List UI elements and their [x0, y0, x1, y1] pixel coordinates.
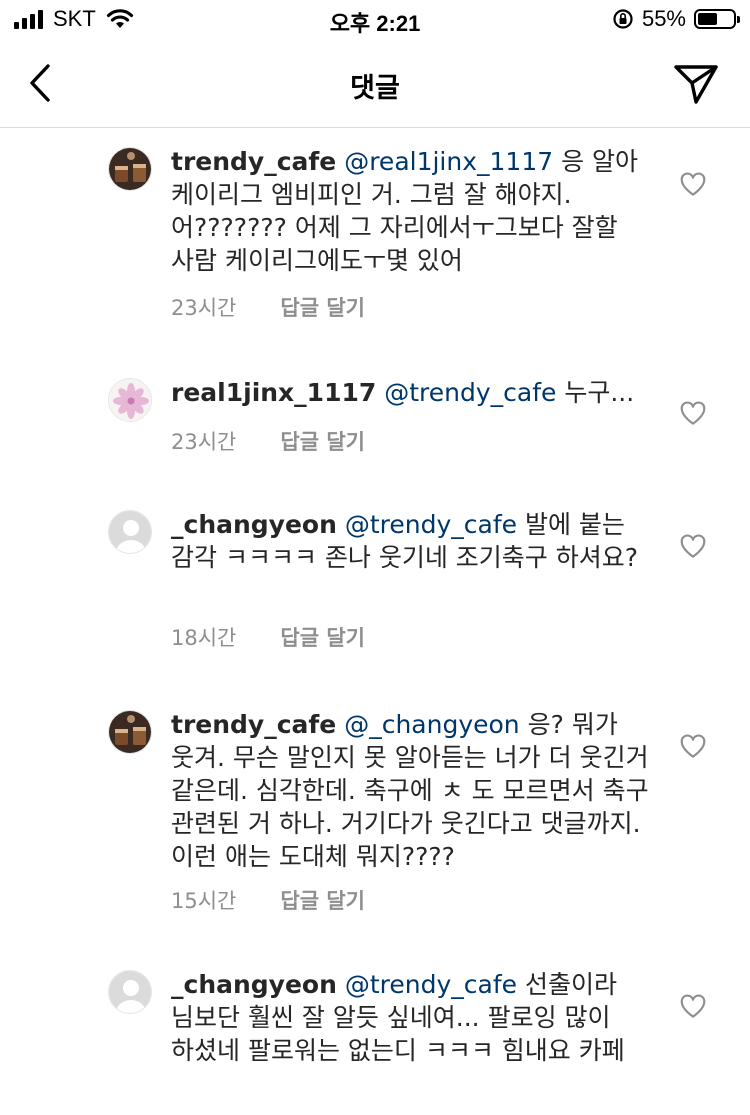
comment-mention[interactable]: @trendy_cafe: [345, 970, 517, 999]
page-title: 댓글: [350, 73, 400, 104]
comment-meta: 15시간 답글 달기: [171, 885, 365, 915]
like-button[interactable]: [678, 991, 708, 1021]
comment-text: _changyeon @trendy_cafe 발에 붙는 감각 ㅋㅋㅋㅋ 존나…: [171, 508, 649, 574]
comment-text: _changyeon @trendy_cafe 선출이라 님보단 훨씬 잘 알듯…: [171, 968, 649, 1067]
like-button[interactable]: [678, 169, 708, 199]
comment-username[interactable]: trendy_cafe: [171, 710, 336, 739]
like-button[interactable]: [678, 398, 708, 428]
default-user-avatar-icon: [109, 511, 151, 553]
like-button[interactable]: [678, 531, 708, 561]
comment-item: trendy_cafe @_changyeon 응? 뭐가 웃겨. 무슨 말인지…: [0, 679, 750, 939]
reply-button[interactable]: 답글 달기: [280, 426, 365, 456]
heart-outline-icon: [680, 994, 706, 1018]
comment-mention[interactable]: @real1jinx_1117: [344, 147, 553, 176]
comment-text: real1jinx_1117 @trendy_cafe 누구...: [171, 376, 649, 409]
paper-plane-icon: [674, 65, 718, 104]
avatar[interactable]: [108, 510, 152, 554]
battery-icon: [694, 9, 740, 29]
coffee-cups-avatar-icon: [109, 148, 151, 190]
status-bar: SKT 오후 2:21 55%: [0, 0, 750, 44]
heart-outline-icon: [680, 534, 706, 558]
coffee-cups-avatar-icon: [109, 711, 151, 753]
heart-outline-icon: [680, 172, 706, 196]
avatar[interactable]: [108, 970, 152, 1014]
reply-button[interactable]: 답글 달기: [280, 885, 365, 915]
like-button[interactable]: [678, 731, 708, 761]
flower-avatar-icon: [109, 379, 151, 421]
comment-text: trendy_cafe @real1jinx_1117 응 알아 케이리그 엠비…: [171, 145, 649, 277]
comment-meta: 23시간 답글 달기: [171, 292, 365, 322]
comment-mention[interactable]: @trendy_cafe: [345, 510, 517, 539]
default-user-avatar-icon: [109, 971, 151, 1013]
comment-item: _changyeon @trendy_cafe 발에 붙는 감각 ㅋㅋㅋㅋ 존나…: [0, 479, 750, 679]
comment-username[interactable]: _changyeon: [171, 510, 337, 539]
comment-time: 23시간: [171, 430, 237, 454]
orientation-lock-icon: [613, 9, 633, 29]
heart-outline-icon: [680, 401, 706, 425]
comment-username[interactable]: _changyeon: [171, 970, 337, 999]
comment-meta: 23시간 답글 달기: [171, 426, 365, 456]
comment-username[interactable]: trendy_cafe: [171, 147, 336, 176]
avatar[interactable]: [108, 378, 152, 422]
comment-time: 15시간: [171, 889, 237, 913]
comment-item: trendy_cafe @real1jinx_1117 응 알아 케이리그 엠비…: [0, 129, 750, 349]
reply-button[interactable]: 답글 달기: [280, 622, 365, 652]
share-button[interactable]: [672, 62, 720, 106]
comment-username[interactable]: real1jinx_1117: [171, 378, 376, 407]
comment-item: _changyeon @trendy_cafe 선출이라 님보단 훨씬 잘 알듯…: [0, 939, 750, 1115]
comment-meta: 18시간 답글 달기: [171, 622, 365, 652]
comment-time: 18시간: [171, 626, 237, 650]
comment-time: 23시간: [171, 296, 237, 320]
comment-text: trendy_cafe @_changyeon 응? 뭐가 웃겨. 무슨 말인지…: [171, 708, 649, 873]
avatar[interactable]: [108, 710, 152, 754]
avatar[interactable]: [108, 147, 152, 191]
comment-mention[interactable]: @_changyeon: [344, 710, 519, 739]
battery-percent: 55%: [641, 6, 686, 31]
status-right: 55%: [612, 6, 740, 32]
header: 댓글: [0, 44, 750, 128]
comment-mention[interactable]: @trendy_cafe: [384, 378, 556, 407]
heart-outline-icon: [680, 734, 706, 758]
comment-content: 누구...: [564, 378, 635, 407]
comment-item: real1jinx_1117 @trendy_cafe 누구... 23시간 답…: [0, 349, 750, 479]
reply-button[interactable]: 답글 달기: [280, 292, 365, 322]
